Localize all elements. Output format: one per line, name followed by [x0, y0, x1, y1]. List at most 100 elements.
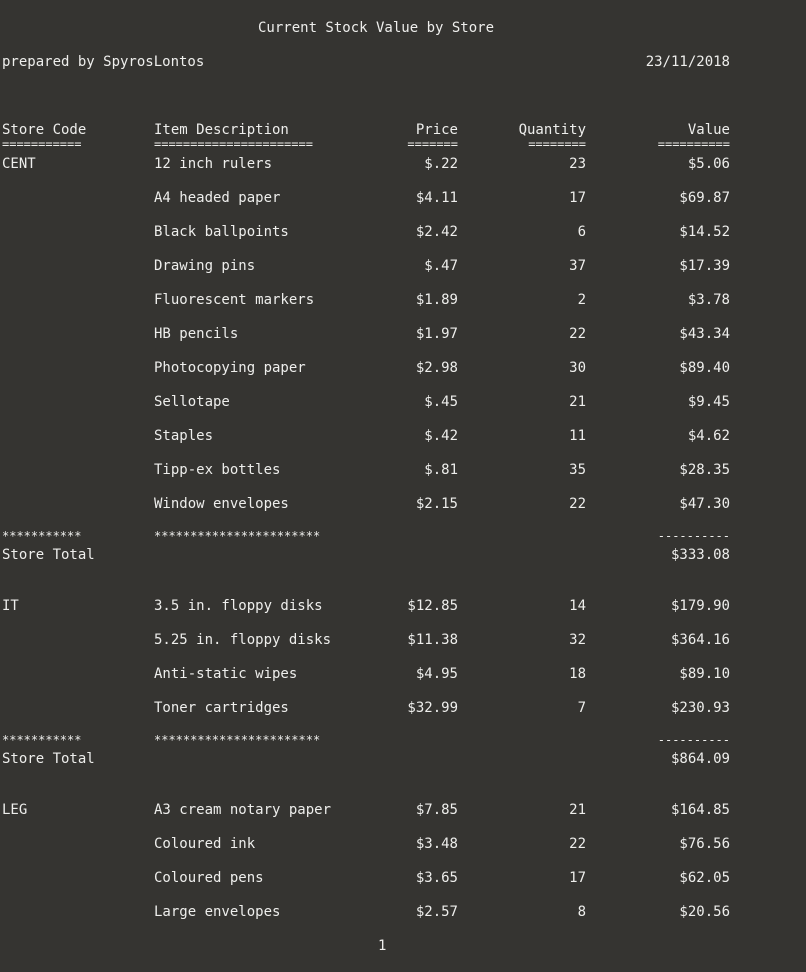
report-title: Current Stock Value by Store [258, 20, 495, 36]
column-header-row: Store Code Item Description Price Quanti… [0, 122, 806, 139]
item-price: $.45 [424, 394, 458, 410]
report-date: 23/11/2018 [645, 54, 730, 70]
group-separator: *********** *********************** ------… [0, 734, 806, 746]
item-value: $5.06 [687, 156, 730, 172]
underline-desc: ====================== [154, 139, 313, 149]
store-code: IT [2, 598, 19, 614]
item-price: $11.38 [407, 632, 458, 648]
table-row: Large envelopes $2.57 8 $20.56 [0, 904, 806, 921]
item-description: Anti-static wipes [154, 666, 298, 682]
table-row: Staples $.42 11 $4.62 [0, 428, 806, 445]
table-row: Sellotape $.45 21 $9.45 [0, 394, 806, 411]
item-description: Black ballpoints [154, 224, 289, 240]
separator-store: *********** [2, 530, 82, 542]
item-price: $.81 [424, 462, 458, 478]
item-price: $4.95 [415, 666, 458, 682]
table-row: A4 headed paper $4.11 17 $69.87 [0, 190, 806, 207]
table-row: HB pencils $1.97 22 $43.34 [0, 326, 806, 343]
table-row: Coloured pens $3.65 17 $62.05 [0, 870, 806, 887]
table-row: Anti-static wipes $4.95 18 $89.10 [0, 666, 806, 683]
item-price: $.22 [424, 156, 458, 172]
underline-qty: ======== [528, 139, 586, 149]
column-header-store: Store Code [2, 122, 87, 138]
item-value: $62.05 [679, 870, 730, 886]
item-quantity: 17 [569, 190, 586, 206]
item-description: HB pencils [154, 326, 239, 342]
underline-price: ======= [407, 139, 458, 149]
separator-desc: *********************** [154, 734, 321, 746]
item-value: $47.30 [679, 496, 730, 512]
item-description: A4 headed paper [154, 190, 281, 206]
item-value: $28.35 [679, 462, 730, 478]
item-value: $3.78 [687, 292, 730, 308]
item-quantity: 14 [569, 598, 586, 614]
item-description: Coloured pens [154, 870, 264, 886]
item-price: $7.85 [415, 802, 458, 818]
column-header-qty: Quantity [518, 122, 586, 138]
store-code: LEG [2, 802, 28, 818]
separator-value: ---------- [657, 734, 730, 746]
table-row: CENT 12 inch rulers $.22 23 $5.06 [0, 156, 806, 173]
item-value: $89.40 [679, 360, 730, 376]
table-row: Tipp-ex bottles $.81 35 $28.35 [0, 462, 806, 479]
store-code: CENT [2, 156, 36, 172]
table-row: Fluorescent markers $1.89 2 $3.78 [0, 292, 806, 309]
item-price: $12.85 [407, 598, 458, 614]
item-quantity: 32 [569, 632, 586, 648]
item-quantity: 37 [569, 258, 586, 274]
item-value: $4.62 [687, 428, 730, 444]
page-number: 1 [378, 938, 387, 954]
item-value: $69.87 [679, 190, 730, 206]
item-quantity: 23 [569, 156, 586, 172]
item-quantity: 22 [569, 496, 586, 512]
item-quantity: 18 [569, 666, 586, 682]
item-price: $32.99 [407, 700, 458, 716]
store-total-label: Store Total [2, 751, 95, 767]
separator-store: *********** [2, 734, 82, 746]
table-row: IT 3.5 in. floppy disks $12.85 14 $179.90 [0, 598, 806, 615]
item-description: 12 inch rulers [154, 156, 273, 172]
separator-value: ---------- [657, 530, 730, 542]
item-description: Window envelopes [154, 496, 289, 512]
item-price: $3.48 [415, 836, 458, 852]
item-value: $230.93 [670, 700, 730, 716]
underline-value: ========== [657, 139, 730, 149]
item-description: Drawing pins [154, 258, 256, 274]
item-description: 5.25 in. floppy disks [154, 632, 332, 648]
item-quantity: 21 [569, 394, 586, 410]
item-description: Toner cartridges [154, 700, 289, 716]
column-header-desc: Item Description [154, 122, 289, 138]
item-quantity: 22 [569, 326, 586, 342]
item-value: $164.85 [670, 802, 730, 818]
table-row: Photocopying paper $2.98 30 $89.40 [0, 360, 806, 377]
table-row: 5.25 in. floppy disks $11.38 32 $364.16 [0, 632, 806, 649]
table-row: Drawing pins $.47 37 $17.39 [0, 258, 806, 275]
item-value: $17.39 [679, 258, 730, 274]
item-description: Tipp-ex bottles [154, 462, 281, 478]
underline-store: =========== [2, 139, 82, 149]
item-description: Fluorescent markers [154, 292, 315, 308]
item-quantity: 22 [569, 836, 586, 852]
item-price: $2.57 [415, 904, 458, 920]
item-description: Staples [154, 428, 214, 444]
item-description: Large envelopes [154, 904, 281, 920]
item-description: Coloured ink [154, 836, 256, 852]
item-quantity: 2 [577, 292, 586, 308]
store-total-label: Store Total [2, 547, 95, 563]
item-value: $179.90 [670, 598, 730, 614]
item-value: $76.56 [679, 836, 730, 852]
item-price: $2.42 [415, 224, 458, 240]
item-quantity: 35 [569, 462, 586, 478]
column-header-price: Price [415, 122, 458, 138]
item-description: 3.5 in. floppy disks [154, 598, 323, 614]
table-row: Coloured ink $3.48 22 $76.56 [0, 836, 806, 853]
item-value: $9.45 [687, 394, 730, 410]
item-price: $2.15 [415, 496, 458, 512]
separator-desc: *********************** [154, 530, 321, 542]
item-quantity: 11 [569, 428, 586, 444]
item-quantity: 6 [577, 224, 586, 240]
item-description: Photocopying paper [154, 360, 306, 376]
item-price: $4.11 [415, 190, 458, 206]
store-total-value: $333.08 [670, 547, 730, 563]
item-quantity: 8 [577, 904, 586, 920]
